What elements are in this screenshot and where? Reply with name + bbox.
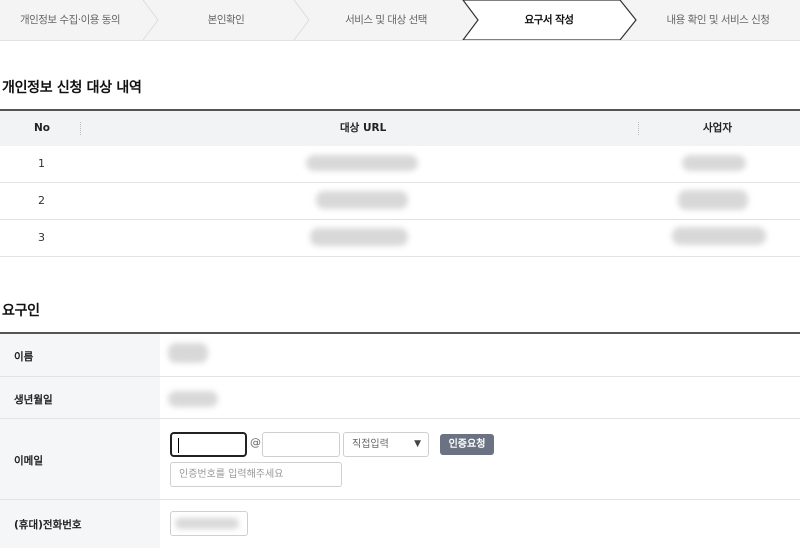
chevron-down-icon: ▼	[414, 439, 421, 449]
email-label: 이메일	[14, 455, 43, 467]
step-identity: 본인확인	[207, 14, 245, 26]
email-domain-select[interactable]: 직접입력 ▼	[343, 432, 429, 457]
birth-label: 생년월일	[14, 394, 53, 406]
header-no: No	[34, 122, 51, 134]
birth-label-cell: 생년월일	[0, 377, 160, 418]
phone-label: (휴대)전화번호	[14, 519, 82, 531]
table-header: No 대상 URL 사업자	[0, 109, 800, 146]
verification-code-input[interactable]: 인증번호를 입력해주세요	[170, 462, 342, 487]
targets-title: 개인정보 신청 대상 내역	[2, 80, 142, 96]
requester-table: 이름 생년월일 이메일 @ 직접입력 ▼ 인증요청 인증번호를 입력해주세요 (…	[0, 332, 800, 548]
requester-title: 요구인	[2, 303, 40, 319]
row-no: 3	[38, 231, 45, 244]
redacted-company	[678, 190, 748, 210]
row-no: 2	[38, 194, 45, 207]
email-id-input[interactable]	[170, 432, 247, 457]
targets-table: No 대상 URL 사업자 1 2 3	[0, 109, 800, 257]
verify-request-button[interactable]: 인증요청	[440, 434, 494, 455]
redacted-birth	[168, 391, 218, 407]
step-confirm-submit: 내용 확인 및 서비스 신청	[666, 14, 770, 26]
step-service-select: 서비스 및 대상 선택	[345, 14, 427, 26]
text-caret	[178, 438, 179, 453]
row-name: 이름	[0, 334, 800, 377]
progress-stepper: 개인정보 수집·이용 동의 본인확인 서비스 및 대상 선택 요구서 작성 내용…	[0, 0, 800, 41]
redacted-company	[682, 155, 746, 171]
header-divider	[80, 122, 81, 135]
table-row[interactable]: 2	[0, 183, 800, 220]
row-no: 1	[38, 157, 45, 170]
step-consent: 개인정보 수집·이용 동의	[19, 14, 121, 26]
row-phone: (휴대)전화번호	[0, 500, 800, 548]
header-divider	[638, 122, 639, 135]
redacted-url	[306, 155, 418, 171]
phone-label-cell: (휴대)전화번호	[0, 500, 160, 548]
email-domain-select-value: 직접입력	[352, 439, 389, 450]
name-label-cell: 이름	[0, 334, 160, 376]
step-request-form: 요구서 작성	[524, 14, 574, 26]
email-domain-input[interactable]	[262, 432, 340, 457]
at-sign: @	[250, 436, 261, 449]
redacted-name	[168, 343, 208, 363]
row-birth: 생년월일	[0, 377, 800, 419]
redacted-url	[316, 191, 408, 209]
redacted-company	[672, 227, 766, 245]
table-row[interactable]: 3	[0, 220, 800, 257]
row-email: 이메일 @ 직접입력 ▼ 인증요청 인증번호를 입력해주세요	[0, 419, 800, 500]
header-url: 대상 URL	[340, 122, 387, 134]
redacted-phone	[175, 518, 239, 529]
phone-input[interactable]	[170, 511, 248, 536]
email-label-cell: 이메일	[0, 419, 160, 499]
table-row[interactable]: 1	[0, 146, 800, 183]
redacted-url	[310, 228, 408, 246]
name-label: 이름	[14, 351, 34, 363]
header-company: 사업자	[703, 122, 732, 134]
